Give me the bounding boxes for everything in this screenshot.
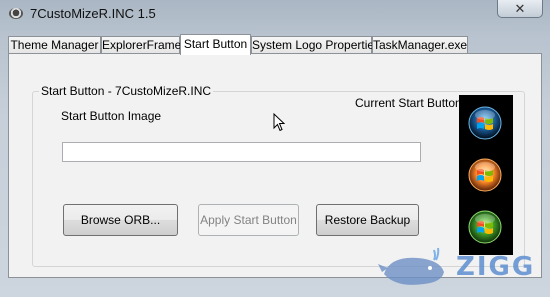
- start-orb-pressed-icon: [467, 209, 503, 245]
- app-window: 7CustoMizeR.INC 1.5 ✕ Theme Manager Expl…: [0, 0, 550, 297]
- close-button[interactable]: ✕: [497, 0, 543, 18]
- tab-system-logo-properties[interactable]: System Logo Properties: [251, 36, 380, 54]
- tab-theme-manager[interactable]: Theme Manager: [8, 36, 101, 54]
- tab-taskmanager-exe[interactable]: TaskManager.exe: [372, 36, 468, 54]
- title-bar[interactable]: 7CustoMizeR.INC 1.5 ✕: [0, 0, 550, 28]
- zigg-watermark: ZIGG: [378, 244, 546, 294]
- browse-orb-button[interactable]: Browse ORB...: [63, 204, 178, 236]
- start-orb-normal-icon: [467, 105, 503, 141]
- orb-path-input[interactable]: [62, 142, 421, 162]
- current-start-button-preview: [459, 95, 513, 255]
- watermark-text: ZIGG: [456, 252, 536, 282]
- window-title: 7CustoMizeR.INC 1.5: [30, 6, 156, 21]
- tab-start-button[interactable]: Start Button: [180, 34, 251, 55]
- start-button-image-label: Start Button Image: [61, 109, 162, 123]
- mouse-cursor-icon: [273, 113, 285, 132]
- apply-start-button[interactable]: Apply Start Button: [198, 204, 299, 236]
- whale-icon: [378, 247, 444, 285]
- app-icon: [9, 8, 23, 19]
- tab-explorer-frame[interactable]: ExplorerFrame: [101, 36, 181, 54]
- start-orb-hover-icon: [467, 157, 503, 193]
- current-start-button-label: Current Start Button: [355, 96, 462, 110]
- restore-backup-button[interactable]: Restore Backup: [316, 204, 419, 236]
- group-title: Start Button - 7CustoMizeR.INC: [39, 84, 214, 98]
- tab-bar: Theme Manager ExplorerFrame Start Button…: [8, 34, 542, 55]
- close-icon: ✕: [514, 0, 526, 16]
